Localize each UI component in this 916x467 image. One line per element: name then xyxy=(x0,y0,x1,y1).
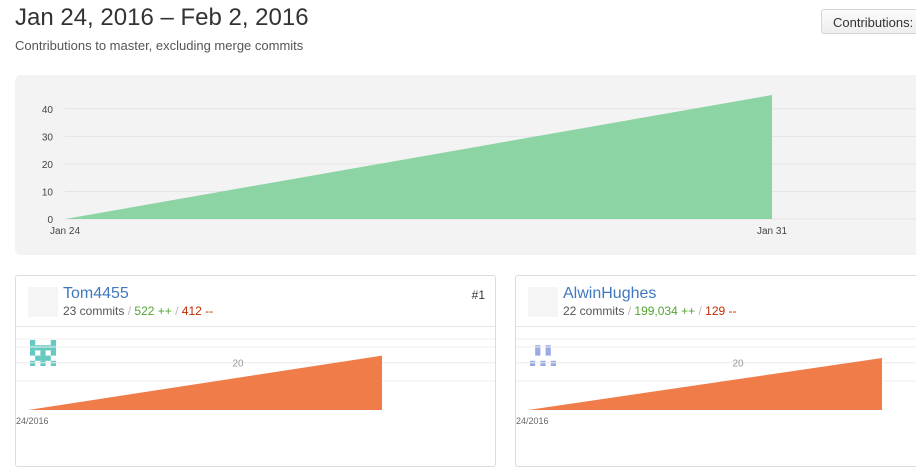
additions-count: 522 ++ xyxy=(134,304,172,318)
additions-count: 199,034 ++ xyxy=(634,304,696,318)
page-title: Jan 24, 2016 – Feb 2, 2016 xyxy=(15,4,309,31)
y-tick-label: 10 xyxy=(42,187,54,198)
contributor-username-link[interactable]: Tom4455 xyxy=(63,285,129,303)
commits-area xyxy=(28,355,382,410)
deletions-count: 412 -- xyxy=(181,304,214,318)
main-chart-svg: 0 10 20 30 40 Jan 24 Jan 31 xyxy=(42,95,916,237)
y-tick-label: 20 xyxy=(732,359,744,370)
x-tick-label: Jan 31 xyxy=(757,226,787,237)
contributor-card-header: Tom4455 23 commits / 522 ++ / 412 -- #1 xyxy=(16,276,495,366)
contributions-dropdown[interactable]: Contributions: xyxy=(821,9,916,34)
page-subtitle: Contributions to master, excluding merge… xyxy=(15,38,304,53)
x-tick-label: Jan 24 xyxy=(50,226,80,237)
y-tick-label: 0 xyxy=(47,215,53,226)
stats-separator: / xyxy=(175,304,179,318)
stats-separator: / xyxy=(127,304,132,318)
stats-separator: / xyxy=(627,304,632,318)
contributor-chart: 20 24/2016 xyxy=(16,338,495,426)
x-tick-label: 24/2016 xyxy=(16,416,49,426)
commit-count[interactable]: 23 commits xyxy=(63,304,124,318)
avatar[interactable] xyxy=(528,287,558,366)
y-tick-label: 20 xyxy=(42,160,54,171)
contributor-card: Tom4455 23 commits / 522 ++ / 412 -- #1 … xyxy=(15,275,496,467)
contributor-card-header: AlwinHughes 22 commits / 199,034 ++ / 12… xyxy=(516,276,916,366)
contributor-rank: #1 xyxy=(471,288,485,302)
contributor-chart: 20 24/2016 xyxy=(516,338,916,426)
avatar[interactable] xyxy=(28,287,58,366)
deletions-count: 129 -- xyxy=(705,304,737,318)
y-tick-label: 30 xyxy=(42,132,54,143)
contributor-stats: 22 commits / 199,034 ++ / 129 -- xyxy=(563,304,737,318)
commits-area xyxy=(528,358,882,410)
contributor-username-link[interactable]: AlwinHughes xyxy=(563,285,656,303)
contributions-area xyxy=(65,95,772,219)
stats-separator: / xyxy=(698,304,702,318)
commit-count[interactable]: 22 commits xyxy=(563,304,624,318)
y-tick-label: 20 xyxy=(232,359,244,370)
contributor-stats: 23 commits / 522 ++ / 412 -- xyxy=(63,304,213,318)
y-tick-label: 40 xyxy=(42,105,54,116)
x-tick-label: 24/2016 xyxy=(516,416,549,426)
main-contributions-chart: 0 10 20 30 40 Jan 24 Jan 31 xyxy=(15,75,916,255)
contributor-card: AlwinHughes 22 commits / 199,034 ++ / 12… xyxy=(515,275,916,467)
